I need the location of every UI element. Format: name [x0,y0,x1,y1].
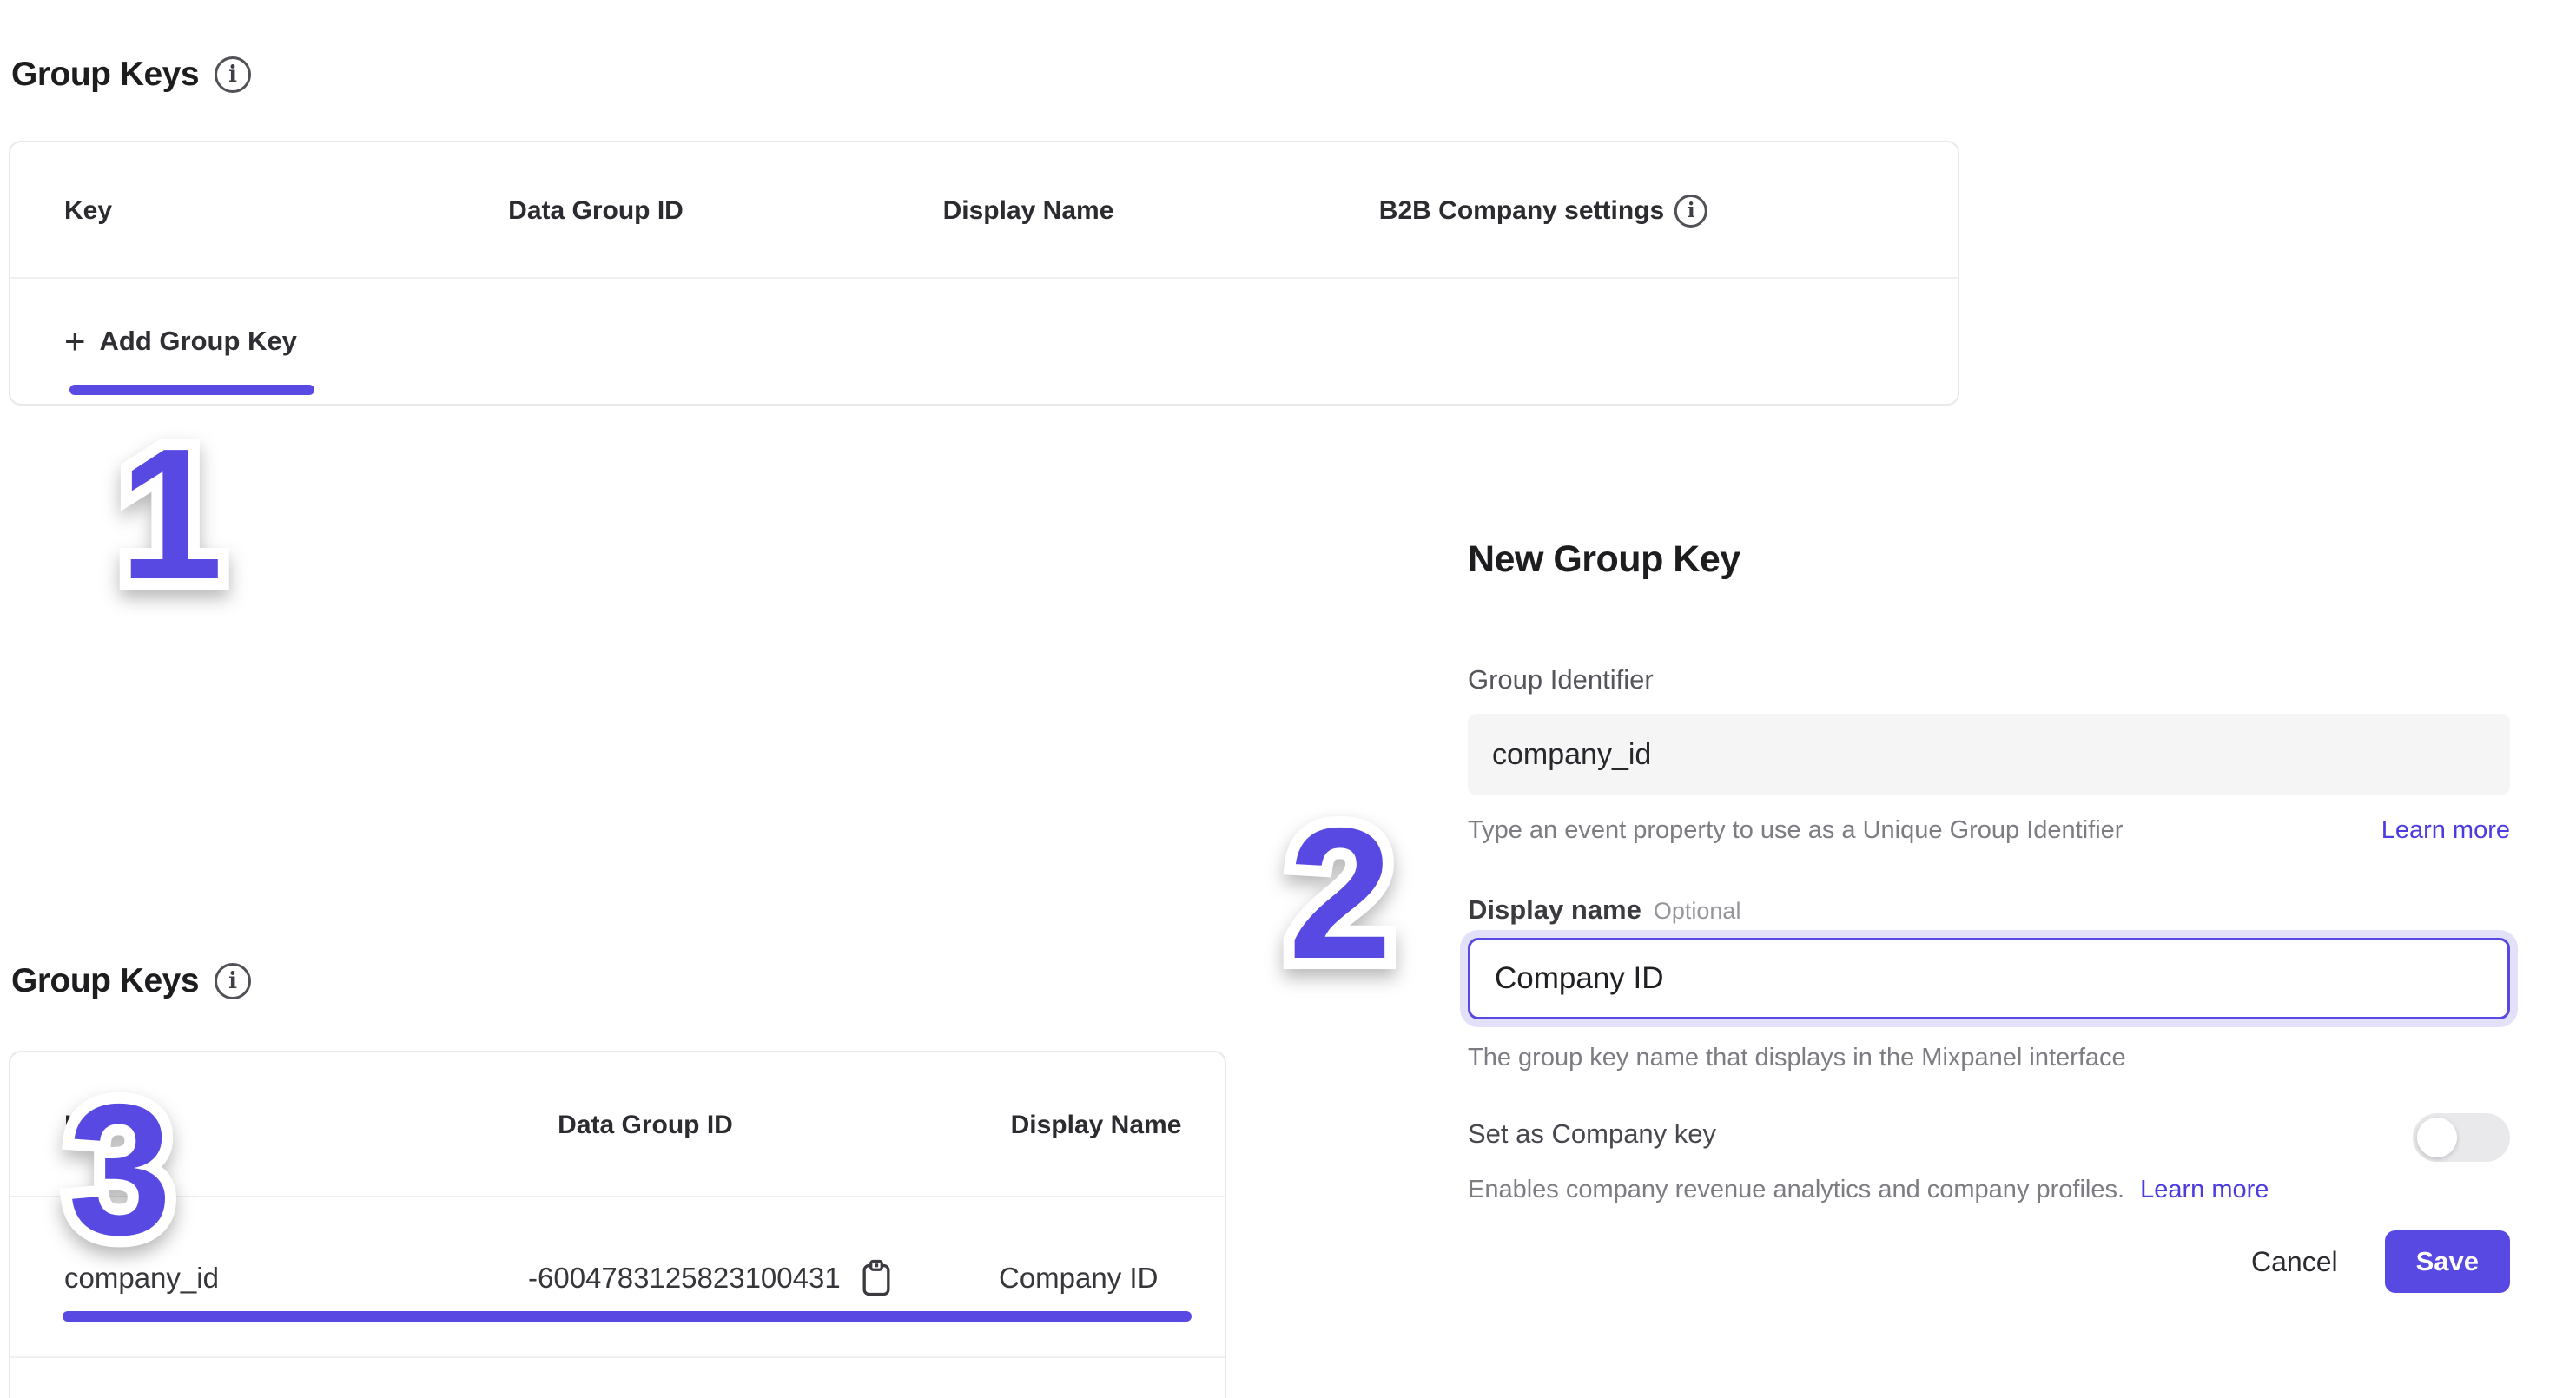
group-keys-heading-top: Group Keys i [11,56,251,94]
display-name-helper: The group key name that displays in the … [1468,1044,2510,1072]
step3-highlight-underline [63,1311,1192,1322]
form-actions: Cancel Save [2251,1230,2510,1294]
row-display-name-cell: Company ID [999,1197,1158,1359]
info-icon[interactable]: i [1674,195,1707,228]
step1-annotation: 1 [84,406,258,623]
group-identifier-helper-row: Type an event property to use as a Uniqu… [1468,816,2510,845]
company-key-helper: Enables company revenue analytics and co… [1468,1176,2124,1203]
table-header-row: Key Data Group ID Display Name B2B Compa… [10,142,1958,279]
group-keys-heading-bottom: Group Keys i [11,962,251,1000]
form-title: New Group Key [1468,538,1740,581]
company-key-toggle[interactable] [2413,1113,2510,1162]
column-header-data-group-id: Data Group ID [558,1052,733,1197]
cancel-button[interactable]: Cancel [2251,1246,2338,1278]
group-identifier-input[interactable] [1468,714,2510,795]
step2-number: 2 [1288,788,1392,998]
save-button[interactable]: Save [2385,1230,2510,1293]
group-keys-table-empty: Key Data Group ID Display Name B2B Compa… [9,141,1959,406]
toggle-knob [2417,1118,2457,1157]
display-name-label: Display name Optional [1468,894,1740,926]
copy-icon[interactable] [860,1259,893,1297]
add-group-key-label: Add Group Key [100,326,297,357]
step3-number: 3 [68,1065,172,1274]
data-group-id-value: -6004783125823100431 [528,1262,841,1295]
column-header-data-group-id: Data Group ID [508,142,684,279]
info-icon[interactable]: i [215,963,251,999]
set-company-key-label: Set as Company key [1468,1118,1716,1150]
learn-more-link[interactable]: Learn more [2381,816,2510,845]
row-divider [10,1356,1225,1358]
step2-annotation: 2 [1253,786,1427,1003]
column-header-display-name: Display Name [943,142,1114,279]
group-identifier-helper: Type an event property to use as a Uniqu… [1468,816,2123,845]
column-header-b2b-settings: B2B Company settings i [1379,142,1707,279]
row-data-group-id-cell: -6004783125823100431 [528,1197,893,1359]
plus-icon: + [64,323,86,359]
page-title: Group Keys [11,56,199,94]
company-key-helper-row: Enables company revenue analytics and co… [1468,1176,2510,1204]
page-title: Group Keys [11,962,199,1000]
new-group-key-form: New Group Key Group Identifier Type an e… [1468,530,2510,1311]
step1-number: 1 [119,409,223,618]
step1-highlight-underline [69,385,314,395]
column-header-b2b-label: B2B Company settings [1379,196,1664,226]
column-header-key: Key [64,142,112,279]
column-header-display-name: Display Name [1011,1052,1182,1197]
learn-more-link[interactable]: Learn more [2140,1176,2269,1203]
info-icon[interactable]: i [215,56,251,93]
page: Group Keys i Key Data Group ID Display N… [0,0,2576,1398]
step3-annotation: 3 [33,1062,207,1279]
display-name-label-text: Display name [1468,894,1641,925]
display-name-input[interactable] [1468,938,2510,1019]
optional-tag: Optional [1654,898,1741,924]
group-identifier-label: Group Identifier [1468,664,1654,696]
